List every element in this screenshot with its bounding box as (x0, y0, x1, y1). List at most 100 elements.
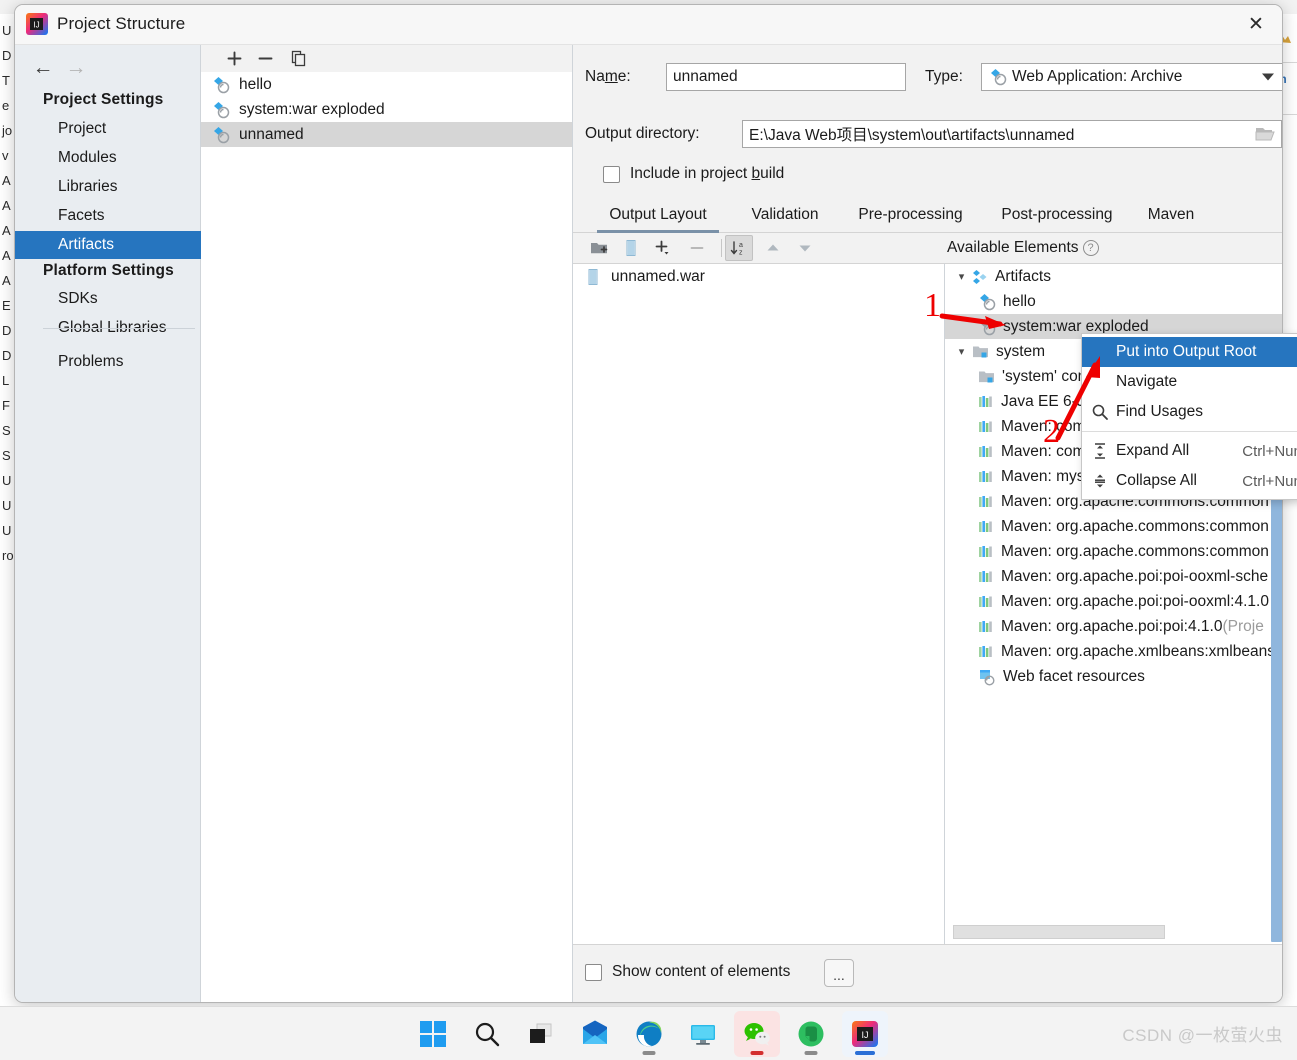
sidebar-item-problems[interactable]: Problems (15, 348, 201, 376)
windows-start-icon[interactable] (410, 1011, 456, 1057)
tab-output-layout[interactable]: Output Layout (597, 197, 719, 233)
create-archive-button[interactable] (617, 235, 645, 261)
include-in-project-build-checkbox[interactable]: Include in project build (603, 165, 784, 183)
context-menu-item-shortcut: Ctrl+Num (1242, 442, 1297, 460)
sidebar-item-sdks[interactable]: SDKs (15, 285, 201, 313)
sidebar-item-label: Facets (58, 207, 105, 224)
sidebar-item-artifacts[interactable]: Artifacts (15, 231, 201, 259)
copy-artifact-button[interactable] (283, 45, 313, 72)
list-item[interactable]: unnamed (201, 122, 572, 147)
tree-item-library[interactable]: Maven: org.apache.commons:common (945, 514, 1282, 539)
folder-open-icon[interactable] (1255, 125, 1277, 143)
svg-text:z: z (739, 250, 743, 257)
move-down-button[interactable] (791, 235, 819, 261)
tree-item-library[interactable]: Maven: org.apache.poi:poi-ooxml-sche (945, 564, 1282, 589)
arrow-right-icon[interactable]: → (62, 55, 90, 79)
tree-item-label: Maven: org.apache.commons:common (1001, 517, 1269, 535)
available-elements-horizontal-scrollbar[interactable] (953, 925, 1165, 939)
mail-icon[interactable] (572, 1011, 618, 1057)
context-menu-item-collapse-all[interactable]: Collapse All Ctrl+Num (1082, 466, 1297, 496)
sidebar-item-facets[interactable]: Facets (15, 202, 201, 230)
running-indicator (750, 1050, 763, 1055)
dialog-titlebar: IJ Project Structure ✕ (15, 5, 1282, 45)
list-item[interactable]: system:war exploded (201, 97, 572, 122)
artifact-editor-pane: Name: Type: Web Application: Archive Out… (573, 45, 1282, 1002)
tree-item-hello[interactable]: hello (945, 289, 1282, 314)
tree-item-artifacts[interactable]: ▾ Artifacts (945, 264, 1282, 289)
more-options-button[interactable]: ... (824, 959, 854, 987)
artifact-icon (978, 318, 996, 336)
tree-item-library[interactable]: Maven: org.apache.poi:poi:4.1.0 (Proje (945, 614, 1282, 639)
context-menu-item-navigate[interactable]: Navigate (1082, 367, 1297, 397)
library-icon (978, 544, 994, 560)
evernote-icon[interactable] (788, 1011, 834, 1057)
create-directory-button[interactable] (585, 235, 613, 261)
tree-item-label: unnamed.war (611, 267, 705, 285)
sort-az-icon[interactable]: a z (725, 235, 753, 261)
sidebar-group-platform-settings: Platform Settings (43, 262, 174, 279)
context-menu-item-label: Navigate (1116, 373, 1178, 390)
tree-item-library[interactable]: Maven: org.apache.commons:common (945, 539, 1282, 564)
chevron-down-icon[interactable]: ▾ (953, 345, 970, 358)
add-copy-of-button[interactable] (649, 235, 677, 261)
tree-item-library[interactable]: Maven: org.apache.poi:poi-ooxml:4.1.0 (945, 589, 1282, 614)
sidebar-item-label: Artifacts (58, 236, 114, 253)
sidebar-item-modules[interactable]: Modules (15, 144, 201, 172)
module-icon (978, 369, 995, 385)
output-directory-label: Output directory: (585, 125, 700, 142)
available-elements-vertical-scrollbar[interactable] (1271, 492, 1282, 942)
microsoft-edge-icon[interactable] (626, 1011, 672, 1057)
tree-item-label: hello (1003, 292, 1036, 310)
tree-item-library[interactable]: Maven: org.apache.xmlbeans:xmlbeans (945, 639, 1282, 664)
artifact-label: system:war exploded (239, 100, 385, 118)
show-content-of-elements-checkbox[interactable]: Show content of elements (585, 963, 790, 981)
web-facet-icon (978, 668, 996, 686)
tree-item-label: Maven: org.apache.commons:common (1001, 542, 1269, 560)
context-menu-item-shortcut: Ctrl+Num (1242, 472, 1297, 490)
sidebar-item-label: Modules (58, 149, 117, 166)
artifact-icon (212, 126, 230, 144)
checkbox-box (603, 165, 620, 183)
chevron-down-icon[interactable] (1262, 73, 1274, 81)
tree-item-label: system (996, 342, 1046, 360)
wechat-icon[interactable] (733, 1010, 780, 1057)
page-title: Project Structure (57, 14, 186, 33)
context-menu-item-expand-all[interactable]: Expand All Ctrl+Num (1082, 436, 1297, 466)
artifact-name-input[interactable] (666, 63, 906, 91)
this-pc-icon[interactable] (680, 1011, 726, 1057)
sidebar-item-label: SDKs (58, 290, 98, 307)
tree-item[interactable]: unnamed.war (573, 264, 944, 289)
close-icon[interactable]: ✕ (1230, 5, 1282, 44)
label-post: uild (760, 165, 785, 182)
module-icon (972, 344, 989, 360)
library-icon (978, 469, 994, 485)
context-menu-item-find-usages[interactable]: Find Usages (1082, 397, 1297, 427)
intellij-idea-icon[interactable]: IJ (841, 1010, 888, 1057)
remove-artifact-button[interactable] (250, 45, 280, 72)
sidebar-item-label: Project (58, 120, 107, 137)
tab-pre-processing[interactable]: Pre-processing (848, 197, 973, 233)
search-icon[interactable] (464, 1011, 510, 1057)
context-menu-item-put-into-output-root[interactable]: Put into Output Root (1082, 337, 1297, 367)
list-item[interactable]: hello (201, 72, 572, 97)
running-indicator (804, 1050, 817, 1055)
artifact-label: unnamed (239, 125, 304, 143)
tab-post-processing[interactable]: Post-processing (991, 197, 1123, 233)
arrow-left-icon[interactable]: ← (29, 55, 57, 79)
tab-label: Maven (1147, 206, 1195, 223)
tree-item-web-facet-resources[interactable]: Web facet resources (945, 664, 1282, 689)
move-up-button[interactable] (759, 235, 787, 261)
tab-maven[interactable]: Maven (1141, 197, 1201, 233)
chevron-down-icon[interactable]: ▾ (953, 270, 970, 283)
sidebar-item-project[interactable]: Project (15, 115, 201, 143)
help-icon[interactable]: ? (1082, 240, 1099, 256)
context-menu-item-label: Expand All (1116, 442, 1190, 459)
output-directory-input[interactable] (742, 120, 1282, 148)
remove-element-button[interactable] (683, 235, 711, 261)
task-view-icon[interactable] (518, 1011, 564, 1057)
artifact-type-select[interactable]: Web Application: Archive (981, 63, 1282, 91)
name-label: Name: (585, 68, 631, 86)
sidebar-item-libraries[interactable]: Libraries (15, 173, 201, 201)
tab-validation[interactable]: Validation (741, 197, 829, 233)
add-artifact-button[interactable] (219, 45, 249, 72)
